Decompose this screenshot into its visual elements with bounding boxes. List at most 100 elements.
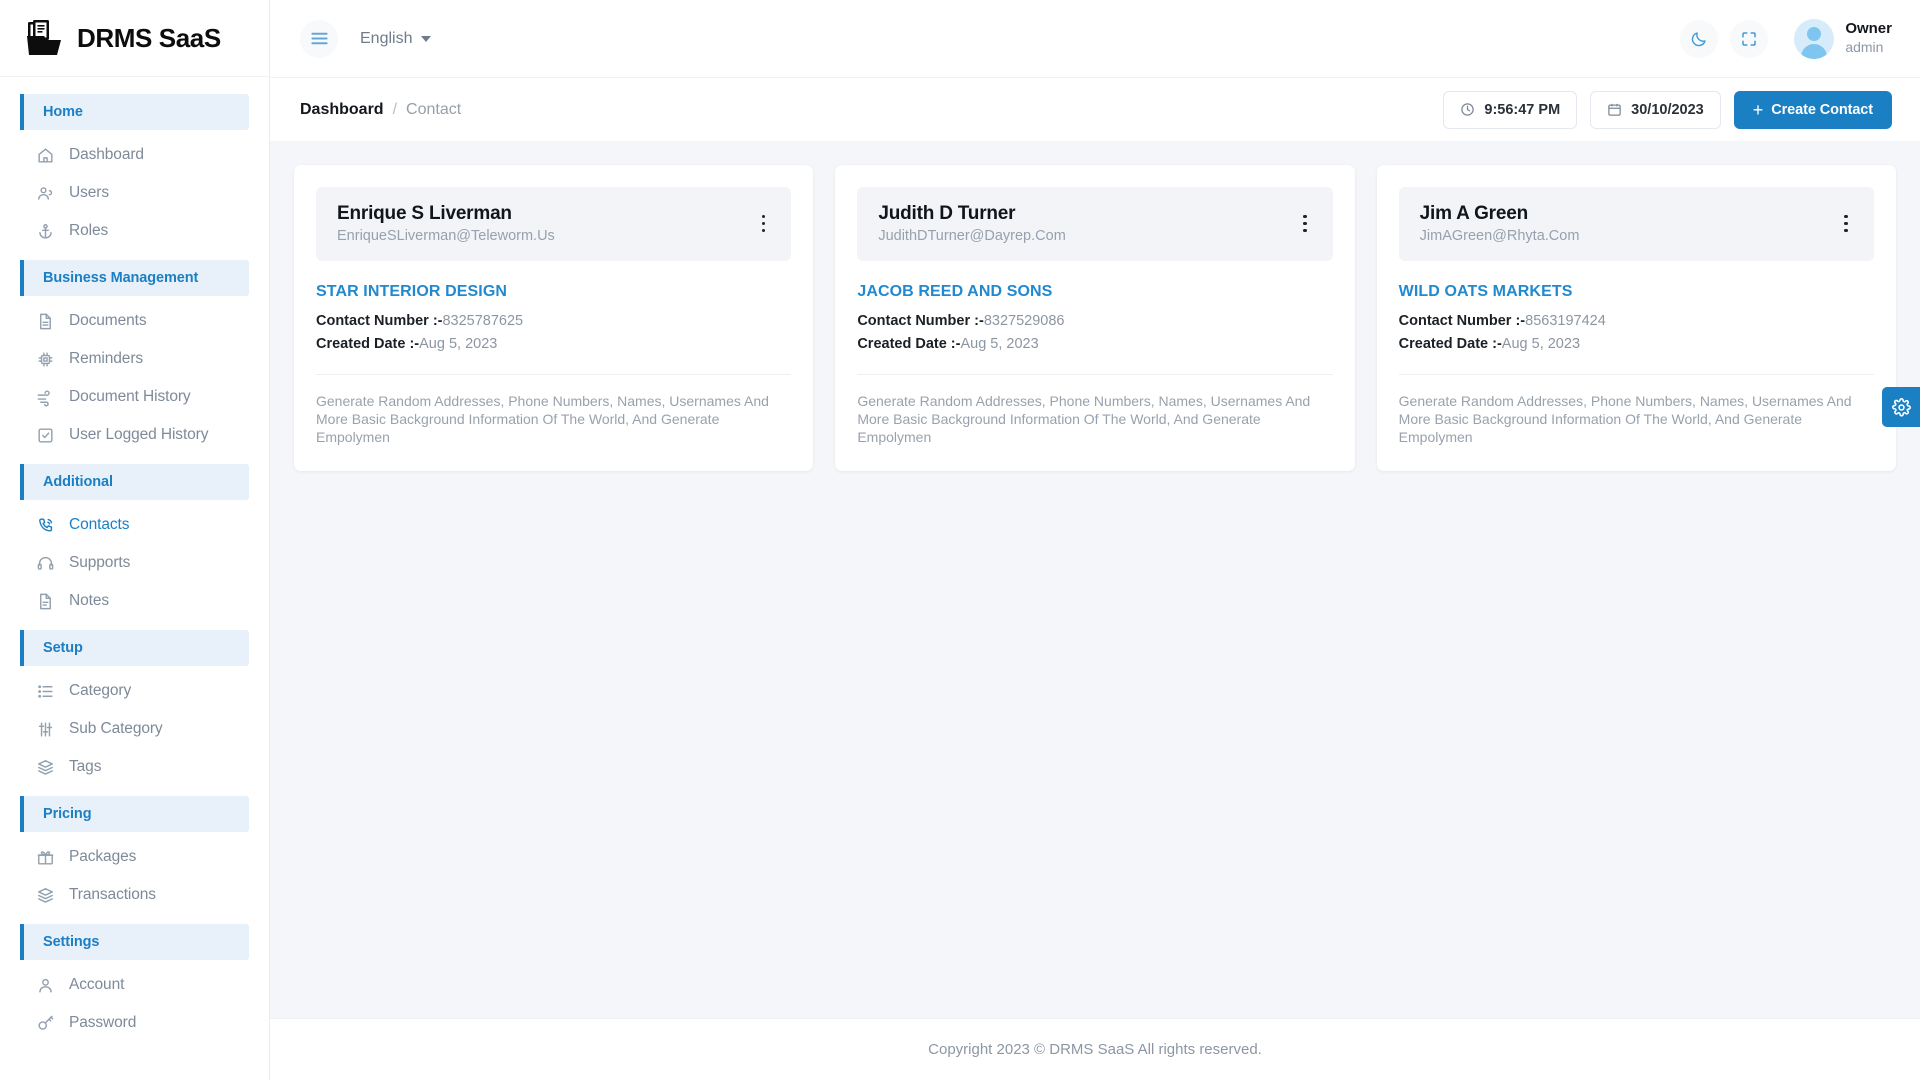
- contact-email: JudithDTurner@Dayrep.Com: [878, 228, 1066, 244]
- sidebar-section-settings: Settings: [20, 924, 249, 960]
- contact-card-list: Enrique S Liverman EnriqueSLiverman@Telew…: [294, 165, 1896, 471]
- user-role: admin: [1845, 39, 1884, 56]
- contact-number-value: 8327529086: [983, 313, 1065, 329]
- gear-icon: [1891, 397, 1911, 417]
- app-root: DRMS SaaS Home Dashboard Users Roles Busines…: [0, 0, 1920, 1080]
- sidebar-item-label: Document History: [69, 388, 191, 405]
- avatar: [1794, 18, 1835, 59]
- footer-text: Copyright 2023 © DRMS SaaS All rights re…: [928, 1041, 1262, 1058]
- contact-card: Judith D Turner JudithDTurner@Dayrep.Com J…: [835, 165, 1355, 471]
- contact-description: Generate Random Addresses, Phone Numbers…: [1398, 393, 1852, 445]
- contact-name: Judith D Turner: [878, 203, 1016, 224]
- contact-number-row: Contact Number :-8327529086: [857, 313, 1332, 329]
- sidebar-section-business-management: Business Management: [20, 260, 249, 296]
- card-options-menu-button[interactable]: [1295, 210, 1315, 238]
- language-selector[interactable]: English: [360, 29, 432, 48]
- sidebar-item-label: Tags: [69, 758, 102, 775]
- fullscreen-icon: [1742, 31, 1757, 46]
- list-icon: [36, 682, 55, 701]
- phone-call-icon: [36, 516, 55, 535]
- moon-icon: [1692, 31, 1707, 46]
- language-label: English: [360, 29, 413, 47]
- contact-card: Enrique S Liverman EnriqueSLiverman@Telew…: [294, 165, 814, 471]
- sidebar-item-label: Reminders: [69, 350, 144, 367]
- sidebar-item-document-history[interactable]: Document History: [0, 378, 269, 416]
- sidebar-item-users[interactable]: Users: [0, 174, 269, 212]
- sidebar-item-password[interactable]: Password: [0, 1004, 269, 1042]
- contact-number-label: Contact Number :-: [857, 313, 984, 329]
- contact-number-label: Contact Number :-: [1398, 313, 1526, 329]
- card-options-menu-button[interactable]: [1836, 210, 1856, 238]
- sidebar-nav: Home Dashboard Users Roles Business Manageme…: [0, 77, 269, 1080]
- plus-icon: +: [1752, 99, 1764, 120]
- sidebar-item-category[interactable]: Category: [0, 672, 269, 710]
- contact-name: Enrique S Liverman: [337, 203, 512, 224]
- date-picker[interactable]: 30/10/2023: [1590, 90, 1721, 129]
- sidebar-section-label: Home: [43, 104, 83, 120]
- card-divider: [857, 374, 1333, 375]
- topbar: English Owner admin: [270, 0, 1920, 77]
- sidebar-section-home: Home: [20, 94, 249, 130]
- sidebar-item-transactions[interactable]: Transactions: [0, 876, 269, 914]
- fullscreen-button[interactable]: [1730, 19, 1769, 58]
- contact-number-value: 8563197424: [1525, 313, 1606, 329]
- contact-identity: Enrique S Liverman EnriqueSLiverman@Telew…: [337, 203, 555, 244]
- sidebar-item-label: Sub Category: [69, 720, 163, 737]
- sidebar-item-contacts[interactable]: Contacts: [0, 506, 269, 544]
- contact-card-header: Judith D Turner JudithDTurner@Dayrep.Com: [857, 187, 1333, 261]
- sidebar-item-packages[interactable]: Packages: [0, 838, 269, 876]
- contact-name: Jim A Green: [1419, 203, 1529, 224]
- sidebar-item-label: Dashboard: [69, 146, 144, 163]
- contact-number-row: Contact Number :-8325787625: [316, 313, 791, 329]
- sidebar-toggle-button[interactable]: [300, 19, 338, 58]
- breadcrumb-contact: Contact: [406, 100, 462, 118]
- user-menu[interactable]: Owner admin: [1794, 18, 1892, 59]
- sidebar-item-sub-category[interactable]: Sub Category: [0, 710, 269, 748]
- sidebar-item-supports[interactable]: Supports: [0, 544, 269, 582]
- contact-company: WILD OATS MARKETS: [1398, 283, 1573, 300]
- clock-icon: [1461, 103, 1475, 116]
- card-divider: [1398, 374, 1874, 375]
- sidebar-item-user-logged-history[interactable]: User Logged History: [0, 416, 269, 454]
- dark-mode-button[interactable]: [1680, 19, 1719, 58]
- key-icon: [36, 1014, 55, 1033]
- time-display[interactable]: 9:56:47 PM: [1443, 90, 1578, 129]
- contact-email: EnriqueSLiverman@Teleworm.Us: [337, 228, 555, 244]
- card-options-menu-button[interactable]: [754, 210, 774, 238]
- create-contact-button[interactable]: + Create Contact: [1733, 90, 1892, 129]
- sidebar-section-label: Business Management: [43, 270, 199, 286]
- sidebar-item-notes[interactable]: Notes: [0, 582, 269, 620]
- contact-identity: Judith D Turner JudithDTurner@Dayrep.Com: [878, 203, 1065, 244]
- sidebar-item-dashboard[interactable]: Dashboard: [0, 136, 269, 174]
- person-icon: [36, 976, 55, 995]
- sidebar-item-documents[interactable]: Documents: [0, 302, 269, 340]
- contact-number-value: 8325787625: [442, 313, 524, 329]
- contact-identity: Jim A Green JimAGreen@Rhyta.Com: [1420, 203, 1580, 244]
- created-date-row: Created Date :-Aug 5, 2023: [1399, 336, 1874, 352]
- settings-tab-button[interactable]: [1882, 387, 1920, 427]
- users-icon: [36, 184, 55, 203]
- chip-icon: [36, 350, 55, 369]
- contact-company: JACOB REED AND SONS: [857, 283, 1053, 300]
- sidebar-item-roles[interactable]: Roles: [0, 212, 269, 250]
- layers-icon: [36, 758, 55, 777]
- sliders-icon: [36, 720, 55, 739]
- sidebar-item-account[interactable]: Account: [0, 966, 269, 1004]
- sidebar: DRMS SaaS Home Dashboard Users Roles Busines…: [0, 0, 270, 1080]
- created-date-value: Aug 5, 2023: [419, 336, 498, 352]
- sidebar-item-reminders[interactable]: Reminders: [0, 340, 269, 378]
- sidebar-item-tags[interactable]: Tags: [0, 748, 269, 786]
- brand[interactable]: DRMS SaaS: [0, 0, 269, 77]
- content-area: Enrique S Liverman EnriqueSLiverman@Telew…: [270, 141, 1920, 1018]
- sidebar-section-setup: Setup: [20, 630, 249, 666]
- breadcrumb-dashboard[interactable]: Dashboard: [300, 101, 384, 119]
- created-date-row: Created Date :-Aug 5, 2023: [316, 336, 791, 352]
- sidebar-item-label: Documents: [69, 312, 147, 329]
- sidebar-section-label: Pricing: [43, 806, 92, 822]
- user-name: Owner: [1845, 20, 1892, 38]
- breadcrumb-separator: /: [392, 100, 398, 118]
